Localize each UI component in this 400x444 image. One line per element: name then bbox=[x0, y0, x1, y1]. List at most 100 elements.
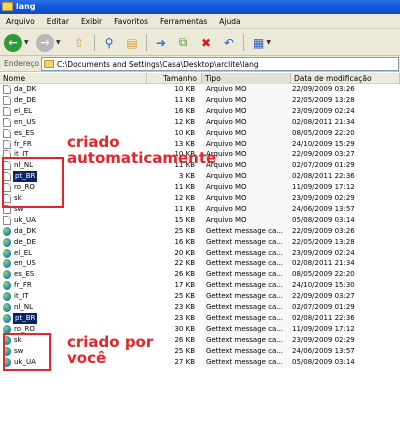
file-size: 22 KB bbox=[174, 259, 195, 268]
chevron-down-icon: ▼ bbox=[56, 39, 61, 46]
up-folder-icon: ⇧ bbox=[73, 35, 85, 50]
copy-to-button[interactable]: ⧉ bbox=[173, 33, 193, 52]
forward-arrow-icon: → bbox=[36, 33, 54, 52]
file-row[interactable]: fr_FR 17 KB Gettext message ca... 24/10/200… bbox=[0, 280, 400, 292]
delete-button[interactable]: ✖ bbox=[196, 33, 216, 52]
file-type: Gettext message ca... bbox=[203, 356, 291, 368]
file-type: Gettext message ca... bbox=[203, 334, 291, 346]
file-size: 10 KB bbox=[174, 85, 195, 93]
file-name: nl_NL bbox=[14, 303, 34, 311]
menu-bar: Arquivo Editar Exibir Favoritos Ferramen… bbox=[0, 14, 400, 29]
file-row[interactable]: it_IT 25 KB Gettext message ca... 22/09/200… bbox=[0, 291, 400, 303]
chevron-down-icon: ▼ bbox=[266, 39, 271, 46]
file-type: Arquivo MO bbox=[203, 171, 291, 183]
file-date: 05/08/2009 03:14 bbox=[292, 215, 355, 224]
file-size: 20 KB bbox=[174, 248, 195, 257]
views-button[interactable]: ▦ ▼ bbox=[248, 33, 276, 52]
file-row[interactable]: uk_UA 27 KB Gettext message ca... 05/08/200… bbox=[0, 356, 400, 368]
toolbar-separator bbox=[243, 34, 244, 51]
file-size: 3 KB bbox=[178, 172, 195, 181]
menu-editar[interactable]: Editar bbox=[41, 17, 75, 26]
file-row[interactable]: en_US 12 KB Arquivo MO 02/08/2011 21:34 bbox=[0, 116, 400, 128]
annotation-auto-line2: automaticamente bbox=[67, 149, 217, 167]
file-row[interactable]: pt_BR 23 KB Gettext message ca... 02/08/201… bbox=[0, 312, 400, 324]
file-name: de_DE bbox=[14, 237, 37, 246]
file-size: 25 KB bbox=[174, 346, 195, 355]
menu-ajuda[interactable]: Ajuda bbox=[213, 17, 246, 26]
column-name[interactable]: Nome bbox=[0, 73, 147, 84]
file-date: 02/07/2009 01:29 bbox=[292, 161, 355, 170]
file-row[interactable]: nl_NL 23 KB Gettext message ca... 02/07/200… bbox=[0, 302, 400, 313]
annotation-auto: criado automaticamente bbox=[67, 134, 216, 166]
file-date: 22/09/2009 03:26 bbox=[292, 226, 355, 235]
file-date: 24/10/2009 15:30 bbox=[292, 281, 355, 290]
column-type[interactable]: Tipo bbox=[202, 73, 291, 84]
file-type: Gettext message ca... bbox=[203, 291, 291, 303]
file-size: 11 KB bbox=[174, 204, 195, 213]
file-type: Arquivo MO bbox=[203, 116, 291, 128]
undo-icon: ↶ bbox=[223, 35, 235, 50]
folders-icon: ▤ bbox=[126, 35, 138, 50]
file-type: Arquivo MO bbox=[203, 105, 291, 117]
menu-exibir[interactable]: Exibir bbox=[75, 17, 108, 26]
address-value: C:\Documents and Settings\Casa\Desktop\a… bbox=[57, 60, 259, 69]
file-date: 08/05/2009 22:20 bbox=[292, 128, 355, 137]
mo-file-icon bbox=[3, 139, 11, 149]
file-row[interactable]: el_EL 20 KB Gettext message ca... 23/09/200… bbox=[0, 247, 400, 259]
file-row[interactable]: en_US 22 KB Gettext message ca... 02/08/201… bbox=[0, 258, 400, 270]
window-title: lang bbox=[16, 2, 36, 11]
file-name: en_US bbox=[14, 259, 36, 268]
file-row[interactable]: sw 25 KB Gettext message ca... 24/06/2009 1… bbox=[0, 345, 400, 357]
file-date: 24/06/2009 13:57 bbox=[292, 204, 355, 213]
file-date: 02/08/2011 22:36 bbox=[292, 313, 355, 322]
annotation-manual: criado por você bbox=[67, 334, 153, 366]
move-to-button[interactable]: ➜ bbox=[151, 33, 171, 52]
file-date: 23/09/2009 02:29 bbox=[292, 335, 355, 344]
file-row[interactable]: es_ES 26 KB Gettext message ca... 08/05/200… bbox=[0, 269, 400, 281]
menu-ferramentas[interactable]: Ferramentas bbox=[154, 17, 213, 26]
undo-button[interactable]: ↶ bbox=[219, 33, 239, 52]
file-name: el_EL bbox=[14, 106, 33, 115]
file-size: 25 KB bbox=[174, 226, 195, 235]
file-type: Arquivo MO bbox=[203, 214, 291, 226]
file-size: 12 KB bbox=[174, 194, 195, 202]
file-type: Gettext message ca... bbox=[203, 312, 291, 324]
file-row[interactable]: da_DK 25 KB Gettext message ca... 22/09/200… bbox=[0, 225, 400, 237]
address-field[interactable]: C:\Documents and Settings\Casa\Desktop\a… bbox=[41, 57, 399, 71]
search-button[interactable]: ⚲ bbox=[99, 33, 119, 52]
file-row[interactable]: de_DE 16 KB Gettext message ca... 22/05/200… bbox=[0, 236, 400, 248]
file-date: 23/09/2009 02:29 bbox=[292, 194, 355, 202]
menu-favoritos[interactable]: Favoritos bbox=[108, 17, 154, 26]
folders-button[interactable]: ▤ bbox=[122, 33, 142, 52]
mo-file-icon bbox=[3, 128, 11, 138]
file-row[interactable]: ro_RO 30 KB Gettext message ca... 11/09/200… bbox=[0, 323, 400, 335]
file-name: de_DE bbox=[14, 95, 37, 104]
back-arrow-icon: ← bbox=[4, 33, 22, 52]
file-date: 22/09/2009 03:27 bbox=[292, 292, 355, 301]
file-row[interactable]: sk 26 KB Gettext message ca... 23/09/2009 0… bbox=[0, 334, 400, 346]
file-date: 11/09/2009 17:12 bbox=[292, 324, 355, 333]
up-folder-button[interactable]: ⇧ bbox=[70, 33, 88, 52]
menu-arquivo[interactable]: Arquivo bbox=[0, 17, 41, 26]
file-row[interactable]: da_DK 10 KB Arquivo MO 22/09/2009 03:26 bbox=[0, 84, 400, 95]
file-name: es_ES bbox=[14, 270, 35, 279]
title-bar: lang bbox=[0, 0, 400, 14]
file-row[interactable]: uk_UA 15 KB Arquivo MO 05/08/2009 03:14 bbox=[0, 214, 400, 226]
chevron-down-icon: ▼ bbox=[24, 39, 29, 46]
file-size: 27 KB bbox=[174, 357, 195, 366]
back-button[interactable]: ← ▼ bbox=[4, 33, 29, 52]
file-date: 22/05/2009 13:28 bbox=[292, 237, 355, 246]
annotation-manual-line1: criado por bbox=[67, 333, 154, 351]
file-size: 12 KB bbox=[174, 117, 195, 126]
column-date[interactable]: Data de modificação bbox=[291, 73, 400, 84]
file-type: Arquivo MO bbox=[203, 160, 291, 172]
file-date: 02/08/2011 22:36 bbox=[292, 172, 355, 181]
annotation-manual-line2: você bbox=[67, 349, 107, 367]
file-row[interactable]: de_DE 11 KB Arquivo MO 22/05/2009 13:28 bbox=[0, 94, 400, 106]
forward-button[interactable]: → ▼ bbox=[36, 33, 61, 52]
file-row[interactable]: el_EL 16 KB Arquivo MO 23/09/2009 02:24 bbox=[0, 105, 400, 117]
address-label: Endereço bbox=[4, 59, 40, 68]
po-file-icon bbox=[3, 303, 11, 312]
copy-to-icon: ⧉ bbox=[178, 35, 188, 49]
column-size[interactable]: Tamanho bbox=[147, 73, 202, 84]
